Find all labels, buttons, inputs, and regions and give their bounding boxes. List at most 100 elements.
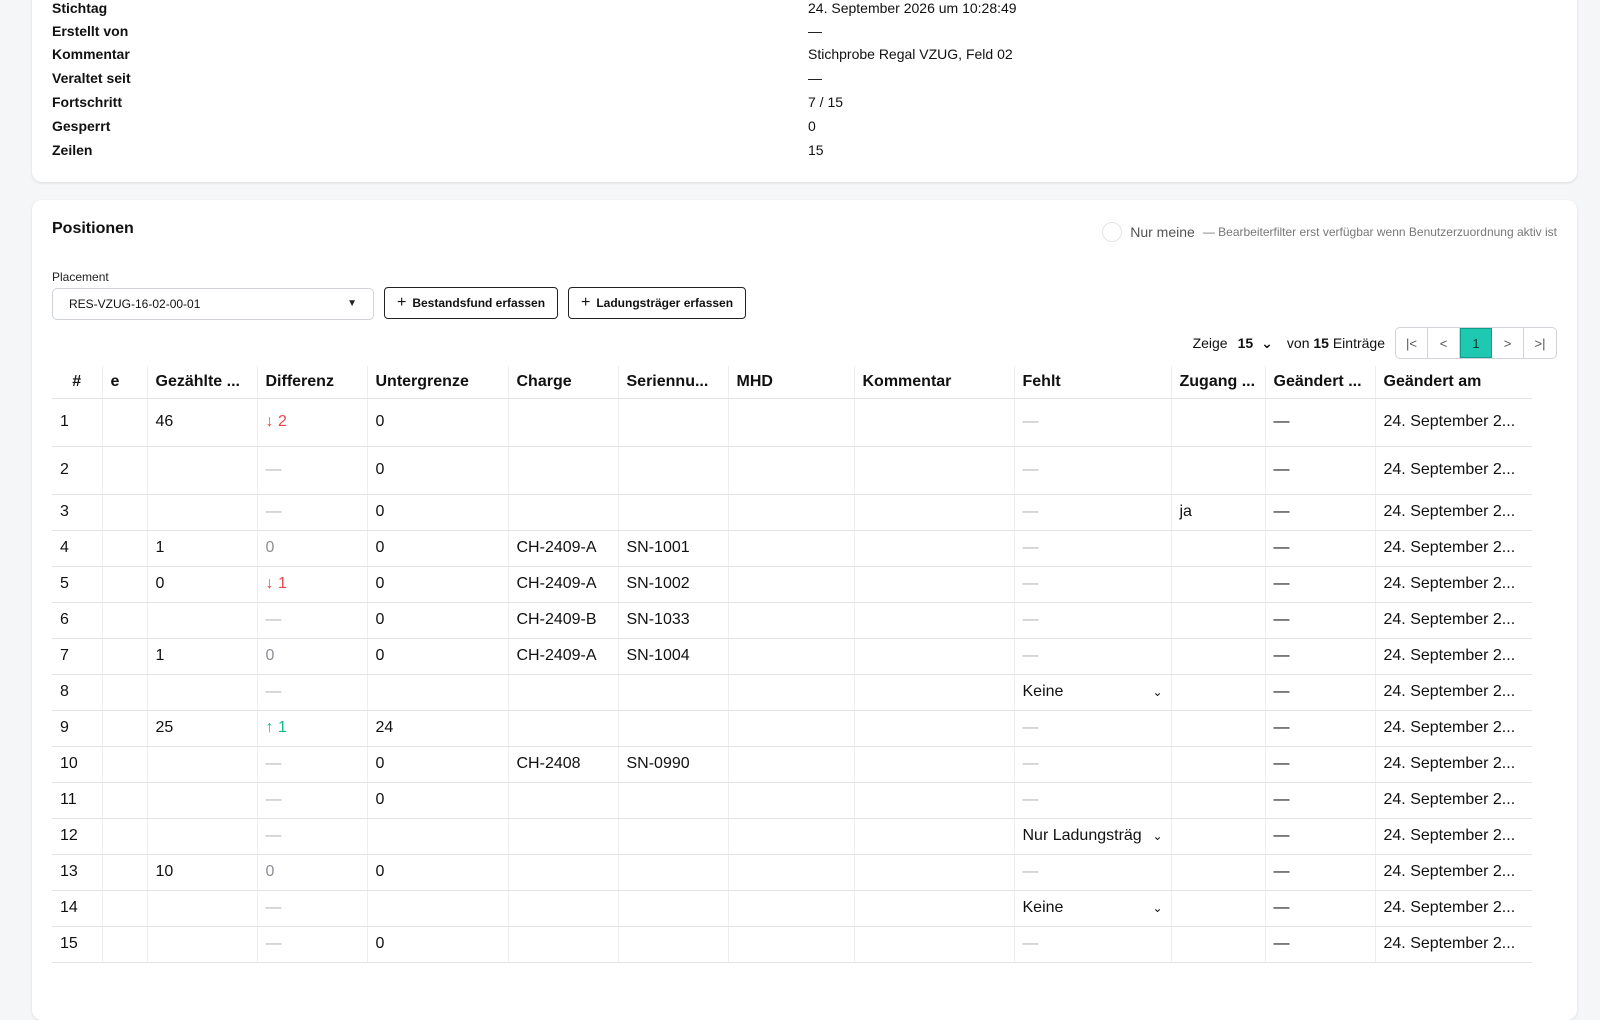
table-row[interactable]: 1 46 ↓ 2 0— —24. September 2...	[52, 398, 1532, 447]
row-index: 13	[52, 854, 102, 891]
cell-comment	[853, 446, 1014, 495]
table-row[interactable]: 8— Keine ⌄ —24. September 2...	[52, 674, 1532, 711]
cell-changed-at: 24. September 2...	[1374, 398, 1532, 447]
cell-counted	[146, 818, 257, 855]
missing-select[interactable]: Keine ⌄	[1023, 683, 1163, 701]
page-size-select[interactable]: 15 ⌄	[1238, 335, 1273, 352]
col-missing-header[interactable]: Fehlt	[1013, 366, 1171, 399]
cell-comment	[853, 530, 1014, 567]
row-index: 9	[52, 710, 102, 747]
cell-mhd	[727, 638, 854, 675]
col-e-header[interactable]: e	[101, 366, 147, 399]
table-row[interactable]: 12— Nur Ladungsträg ⌄ —24. September 2...	[52, 818, 1532, 855]
next-page-button[interactable]: >	[1492, 328, 1524, 358]
add-stock-label: Bestandsfund erfassen	[412, 296, 546, 310]
cell-serial: SN-1033	[617, 602, 728, 639]
cell-missing: —	[1013, 926, 1171, 963]
table-row[interactable]: 7 1 0 0 CH-2409-A SN-1004— —24. September 2...	[52, 638, 1532, 675]
first-page-button[interactable]: |<	[1396, 328, 1428, 358]
cell-lower-bound: 0	[366, 926, 508, 963]
table-row[interactable]: 11—0— —24. September 2...	[52, 782, 1532, 819]
missing-select[interactable]: Keine ⌄	[1023, 899, 1163, 917]
cell-comment	[853, 782, 1014, 819]
cell-missing: —	[1013, 638, 1171, 675]
last-page-button[interactable]: >|	[1524, 328, 1556, 358]
table-row[interactable]: 10—0 CH-2408 SN-0990— —24. September 2...	[52, 746, 1532, 783]
total-count: 15	[1313, 335, 1329, 351]
cell-counted	[146, 494, 257, 531]
cell-difference: —	[256, 818, 367, 855]
cell-charge: CH-2409-A	[507, 638, 618, 675]
cell-serial: SN-1001	[617, 530, 728, 567]
cell-comment	[853, 638, 1014, 675]
table-row[interactable]: 4 1 0 0 CH-2409-A SN-1001— —24. September 2...	[52, 530, 1532, 567]
cell-serial: SN-1004	[617, 638, 728, 675]
col-lower-bound-header[interactable]: Untergrenze	[366, 366, 508, 399]
col-changed-by-header[interactable]: Geändert ...	[1264, 366, 1375, 399]
table-row[interactable]: 13 10 0 0— —24. September 2...	[52, 854, 1532, 891]
col-charge-header[interactable]: Charge	[507, 366, 618, 399]
col-counted-header[interactable]: Gezählte ...	[146, 366, 257, 399]
col-difference-header[interactable]: Differenz	[256, 366, 367, 399]
col-changed-at-header[interactable]: Geändert am	[1374, 366, 1532, 399]
cell-mhd	[727, 854, 854, 891]
only-mine-toggle[interactable]	[1102, 222, 1123, 242]
detail-value: 24. September 2026 um 10:28:49	[808, 0, 1017, 16]
cell-counted: 10	[146, 854, 257, 891]
cell-difference: ↓ 2	[256, 398, 367, 447]
placement-select[interactable]: RES-VZUG-16-02-00-01 ▼	[52, 288, 374, 320]
cell-charge	[507, 710, 618, 747]
detail-label: Fortschritt	[52, 94, 122, 110]
cell-missing: —	[1013, 854, 1171, 891]
cell-access	[1170, 566, 1265, 603]
table-row[interactable]: 2—0— —24. September 2...	[52, 446, 1532, 495]
table-row[interactable]: 15—0— —24. September 2...	[52, 926, 1532, 963]
current-page-button[interactable]: 1	[1460, 328, 1492, 358]
chevron-down-icon: ⌄	[1152, 685, 1163, 699]
cell-charge	[507, 926, 618, 963]
col-serial-header[interactable]: Seriennu...	[617, 366, 728, 399]
cell-changed-by: —	[1264, 746, 1375, 783]
cell-missing: —	[1013, 530, 1171, 567]
add-carrier-button[interactable]: + Ladungsträger erfassen	[568, 287, 747, 319]
cell-mhd	[727, 602, 854, 639]
cell-lower-bound: 0	[366, 782, 508, 819]
cell-changed-by: —	[1264, 638, 1375, 675]
cell-difference: —	[256, 782, 367, 819]
cell-e	[101, 566, 147, 603]
positions-card: Positionen Nur meine — Bearbeiterfilter …	[32, 200, 1577, 1020]
col-comment-header[interactable]: Kommentar	[853, 366, 1014, 399]
table-row[interactable]: 5 0 ↓ 1 0 CH-2409-A SN-1002— —24. September 2.…	[52, 566, 1532, 603]
cell-mhd	[727, 926, 854, 963]
col-mhd-header[interactable]: MHD	[727, 366, 854, 399]
cell-charge: CH-2409-B	[507, 602, 618, 639]
cell-serial	[617, 818, 728, 855]
table-row[interactable]: 6—0 CH-2409-B SN-1033— —24. September 2...	[52, 602, 1532, 639]
cell-counted	[146, 602, 257, 639]
table-row[interactable]: 3—0— ja —24. September 2...	[52, 494, 1532, 531]
cell-changed-by: —	[1264, 602, 1375, 639]
add-stock-button[interactable]: + Bestandsfund erfassen	[384, 287, 559, 319]
cell-access	[1170, 530, 1265, 567]
cell-difference: 0	[256, 530, 367, 567]
cell-difference: ↑ 1	[256, 710, 367, 747]
cell-e	[101, 890, 147, 927]
cell-changed-by: —	[1264, 674, 1375, 711]
cell-charge: CH-2408	[507, 746, 618, 783]
missing-select[interactable]: Nur Ladungsträg ⌄	[1023, 827, 1163, 845]
table-row[interactable]: 14— Keine ⌄ —24. September 2...	[52, 890, 1532, 927]
cell-counted: 1	[146, 530, 257, 567]
cell-access	[1170, 638, 1265, 675]
cell-e	[101, 926, 147, 963]
cell-lower-bound	[366, 818, 508, 855]
cell-changed-at: 24. September 2...	[1374, 566, 1532, 603]
prev-page-button[interactable]: <	[1428, 328, 1460, 358]
cell-changed-at: 24. September 2...	[1374, 602, 1532, 639]
add-carrier-label: Ladungsträger erfassen	[596, 296, 734, 310]
row-index: 15	[52, 926, 102, 963]
detail-label: Kommentar	[52, 46, 130, 62]
col-index-header[interactable]: #	[52, 366, 102, 399]
col-access-header[interactable]: Zugang ...	[1170, 366, 1265, 399]
table-row[interactable]: 9 25 ↑ 1 24— —24. September 2...	[52, 710, 1532, 747]
cell-changed-by: —	[1264, 494, 1375, 531]
